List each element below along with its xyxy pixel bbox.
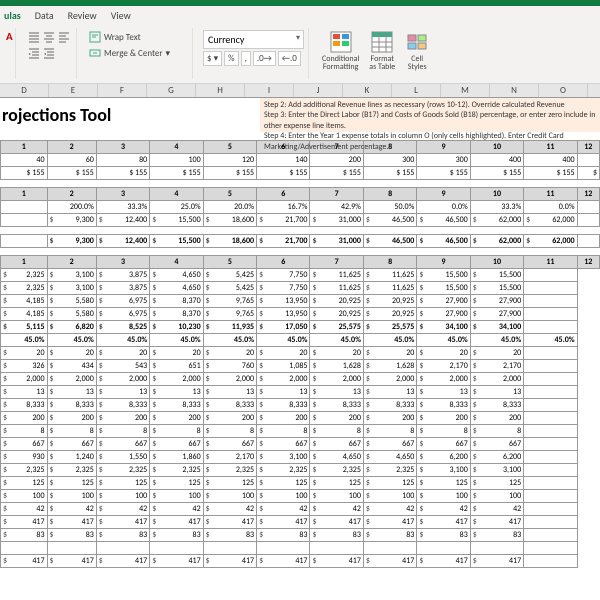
menu-review[interactable]: Review [68,9,97,22]
instructions-box: Step 2: Add additional Revenue lines as … [260,98,600,132]
conditional-formatting-button[interactable]: Conditional Formatting [319,30,362,77]
percent-button[interactable]: % [224,51,238,66]
merge-center-button[interactable]: Merge & Center ▾ [87,46,188,60]
comma-button[interactable]: , [241,51,251,66]
page-title: rojections Tool [0,98,260,132]
indent-group[interactable] [26,46,72,60]
align-group[interactable] [26,30,72,44]
format-as-table-button[interactable]: Format as Table [366,30,398,77]
data-table[interactable]: 123456789101112 406080100120140200300300… [0,132,600,568]
font-color-button[interactable]: A [6,30,11,43]
menu-formulas[interactable]: ulas [4,9,21,22]
menu-bar: ulas Data Review View [0,6,600,24]
increase-decimal-button[interactable]: .0→ [253,51,276,66]
menu-data[interactable]: Data [35,9,54,22]
cell-styles-button[interactable]: Cell Styles [402,30,432,77]
currency-button[interactable]: $ ▾ [203,51,222,66]
menu-view[interactable]: View [111,9,131,22]
number-format-dropdown[interactable]: Currency [203,30,304,49]
wrap-text-button[interactable]: Wrap Text [87,30,188,44]
column-headers: D E F G H I J K L M N O [0,84,600,98]
decrease-decimal-button[interactable]: ←.0 [278,51,301,66]
spreadsheet-body[interactable]: rojections Tool Step 2: Add additional R… [0,98,600,568]
ribbon: A Wrap Text Merge & Center ▾ Currency $ … [0,24,600,84]
